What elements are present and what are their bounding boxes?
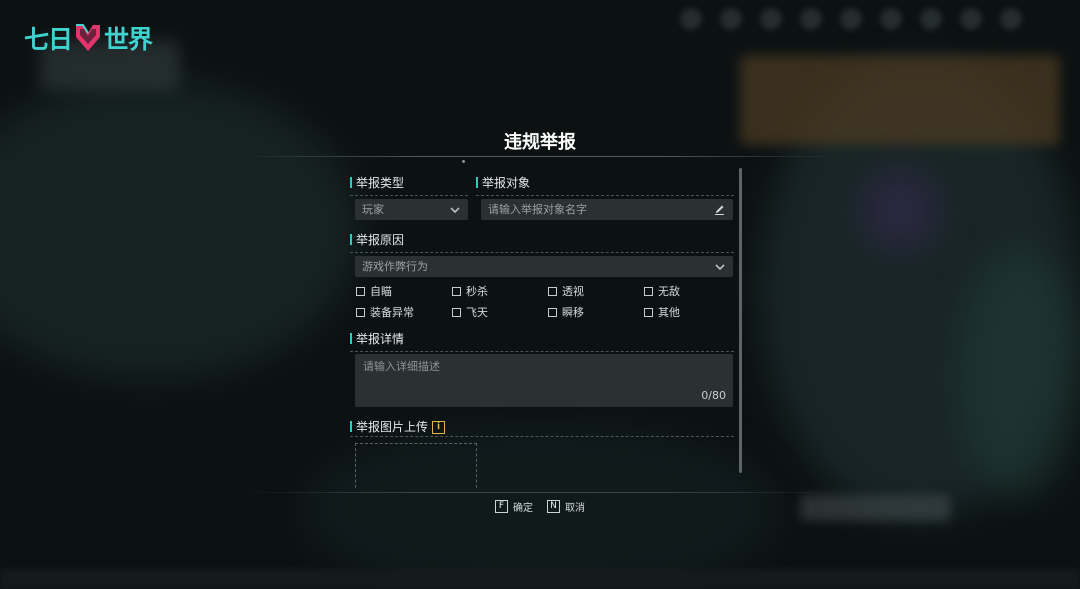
reason-option-label: 秒杀 — [466, 285, 488, 298]
reason-option-label: 无敌 — [658, 285, 680, 298]
report-reason-label: 举报原因 — [356, 233, 405, 247]
checkbox-icon — [644, 307, 653, 317]
report-reason-header: 举报原因 — [350, 231, 734, 253]
reason-options-row-1: 自瞄 秒杀 透视 无敌 — [356, 283, 740, 299]
reason-option-label: 飞天 — [466, 306, 488, 319]
reason-checkbox[interactable]: 其他 — [644, 304, 740, 320]
reason-option-label: 自瞄 — [370, 285, 392, 298]
report-details-label: 举报详情 — [356, 332, 405, 346]
char-counter: 0/80 — [701, 389, 726, 402]
report-upload-label: 举报图片上传 — [356, 420, 429, 434]
report-form: 举报类型 玩家 举报对象 请输入举报对象名字 举报原因 游戏作弊行为 自瞄 秒杀… — [340, 168, 740, 490]
reason-option-label: 装备异常 — [370, 306, 414, 319]
logo-text-left: 七日 — [24, 25, 73, 54]
report-target-placeholder: 请输入举报对象名字 — [488, 203, 587, 216]
reason-checkbox[interactable]: 无敌 — [644, 283, 740, 299]
chevron-down-icon — [450, 199, 460, 220]
footer-divider — [240, 492, 840, 493]
title-divider — [240, 156, 840, 157]
title-divider-dot — [462, 160, 465, 163]
dialog-footer: F 确定 N 取消 — [0, 499, 1080, 514]
report-details-placeholder: 请输入详细描述 — [363, 360, 440, 373]
report-type-select[interactable]: 玩家 — [355, 199, 468, 220]
report-upload-header: 举报图片上传 i — [350, 418, 734, 437]
report-details-textarea[interactable]: 请输入详细描述 0/80 — [355, 354, 733, 407]
checkbox-icon — [548, 286, 557, 296]
image-upload-slot[interactable] — [355, 443, 477, 490]
reason-options-row-2: 装备异常 飞天 瞬移 其他 — [356, 304, 740, 320]
dialog-title: 违规举报 — [504, 132, 576, 153]
checkbox-icon — [548, 307, 557, 317]
logo-mark-icon — [75, 23, 101, 53]
key-hint-n: N — [547, 500, 560, 513]
info-icon[interactable]: i — [432, 421, 446, 434]
report-details-header: 举报详情 — [350, 330, 734, 352]
checkbox-icon — [452, 286, 461, 296]
key-hint-f: F — [495, 500, 508, 513]
reason-option-label: 其他 — [658, 306, 680, 319]
reason-checkbox[interactable]: 飞天 — [452, 304, 548, 320]
form-scrollbar[interactable] — [739, 168, 742, 473]
logo-text-right: 世界 — [104, 25, 153, 54]
report-type-label: 举报类型 — [356, 176, 405, 190]
reason-checkbox[interactable]: 透视 — [548, 283, 644, 299]
confirm-label: 确定 — [513, 503, 533, 514]
reason-option-label: 瞬移 — [562, 306, 584, 319]
cancel-label: 取消 — [565, 503, 585, 514]
report-target-label: 举报对象 — [482, 176, 531, 190]
cancel-button[interactable]: N 取消 — [547, 499, 585, 514]
confirm-button[interactable]: F 确定 — [495, 499, 533, 514]
game-logo: 七日 世界 — [24, 20, 153, 56]
reason-option-label: 透视 — [562, 285, 584, 298]
report-type-header: 举报类型 — [350, 174, 468, 196]
report-target-header: 举报对象 — [476, 174, 734, 196]
pencil-icon[interactable] — [714, 199, 725, 220]
checkbox-icon — [356, 286, 365, 296]
chevron-down-icon — [715, 256, 725, 277]
checkbox-icon — [356, 307, 365, 317]
report-reason-select[interactable]: 游戏作弊行为 — [355, 256, 733, 277]
reason-checkbox[interactable]: 装备异常 — [356, 304, 452, 320]
report-reason-value: 游戏作弊行为 — [362, 260, 428, 273]
report-type-value: 玩家 — [362, 203, 384, 216]
reason-checkbox[interactable]: 自瞄 — [356, 283, 452, 299]
checkbox-icon — [644, 286, 653, 296]
checkbox-icon — [452, 307, 461, 317]
report-target-input[interactable]: 请输入举报对象名字 — [481, 199, 733, 220]
reason-checkbox[interactable]: 瞬移 — [548, 304, 644, 320]
reason-checkbox[interactable]: 秒杀 — [452, 283, 548, 299]
